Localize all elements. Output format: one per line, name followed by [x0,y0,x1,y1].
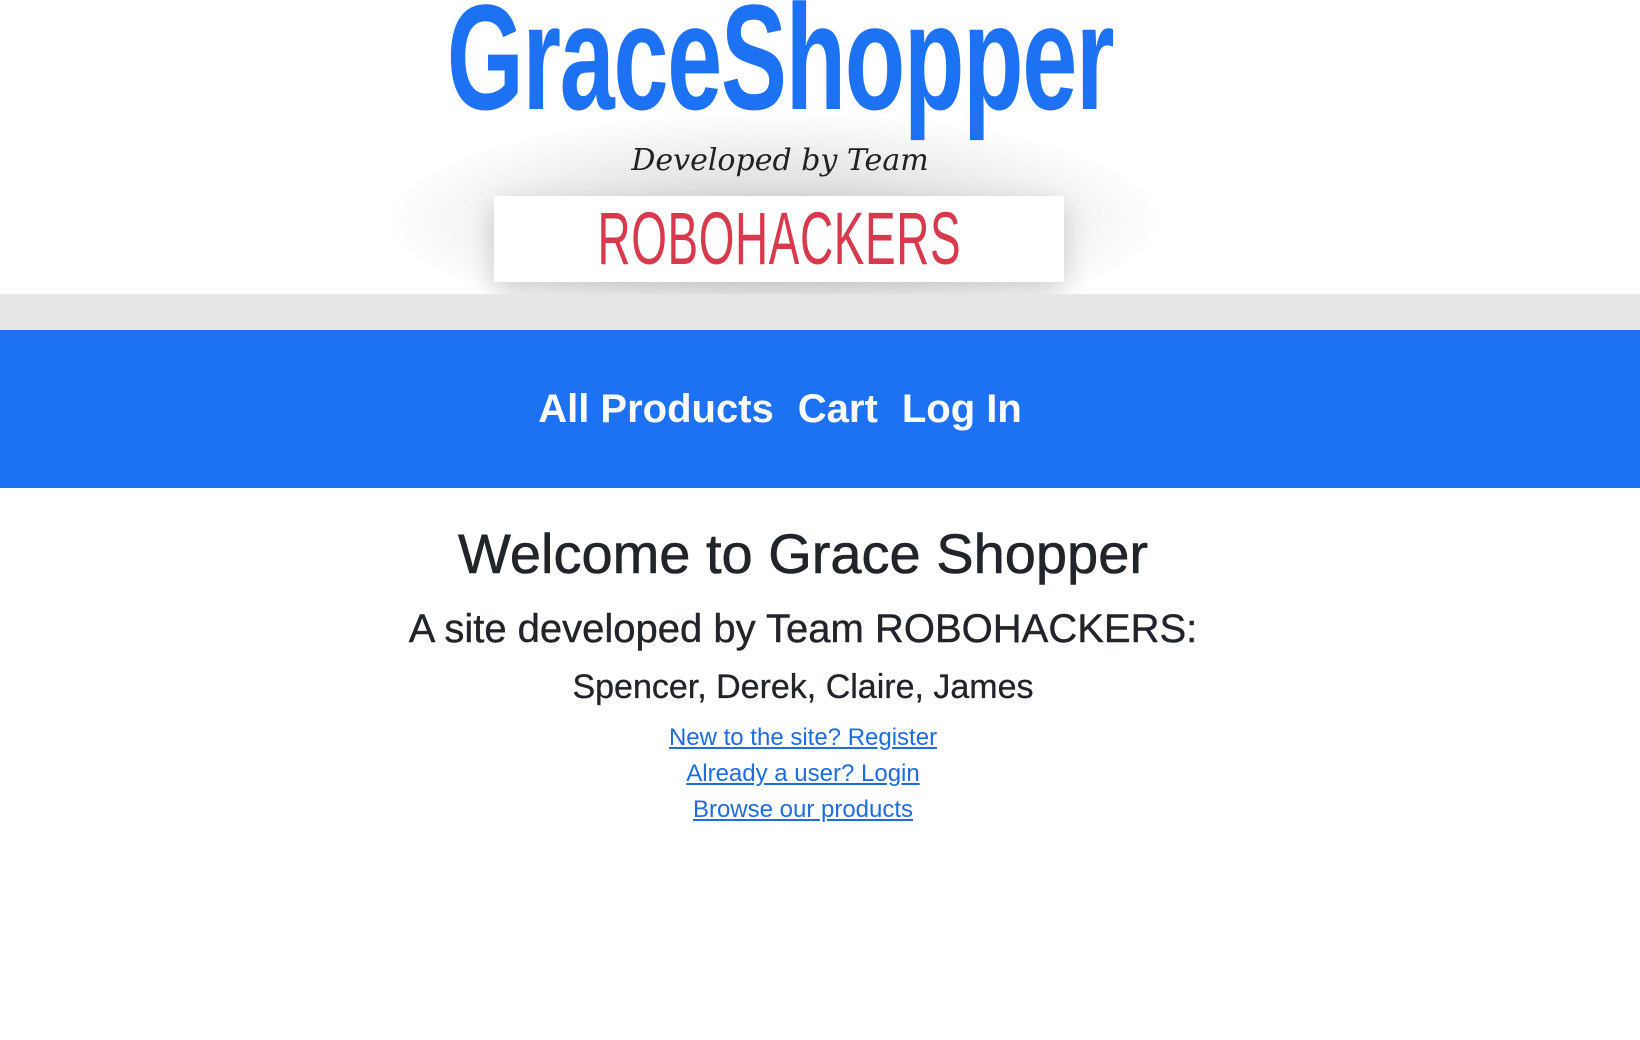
nav-all-products-link[interactable]: All Products [538,387,774,432]
header-divider-strip [0,294,1640,330]
nav-cart-link[interactable]: Cart [798,387,878,432]
page: GraceShopper Developed by Team ROBOHACKE… [0,0,1640,1040]
main-content: Welcome to Grace Shopper A site develope… [0,488,1606,828]
logo-title[interactable]: GraceShopper [265,0,1295,132]
action-links: New to the site? Register Already a user… [0,720,1606,828]
team-members: Spencer, Derek, Claire, James [572,668,1034,707]
logo-tagline: Developed by Team [631,143,929,178]
navbar: All Products Cart Log In [0,330,1640,488]
team-logo-text: ROBOHACKERS [597,197,961,280]
page-subtitle: A site developed by Team ROBOHACKERS: [408,607,1198,652]
page-title: Welcome to Grace Shopper [458,522,1149,586]
login-link[interactable]: Already a user? Login [0,756,1606,792]
nav-links: All Products Cart Log In [0,330,1560,488]
browse-products-link[interactable]: Browse our products [0,792,1606,828]
register-link[interactable]: New to the site? Register [0,720,1606,756]
nav-login-link[interactable]: Log In [902,387,1022,432]
header-banner: GraceShopper Developed by Team ROBOHACKE… [0,0,1640,330]
team-logo-box: ROBOHACKERS [494,196,1064,282]
